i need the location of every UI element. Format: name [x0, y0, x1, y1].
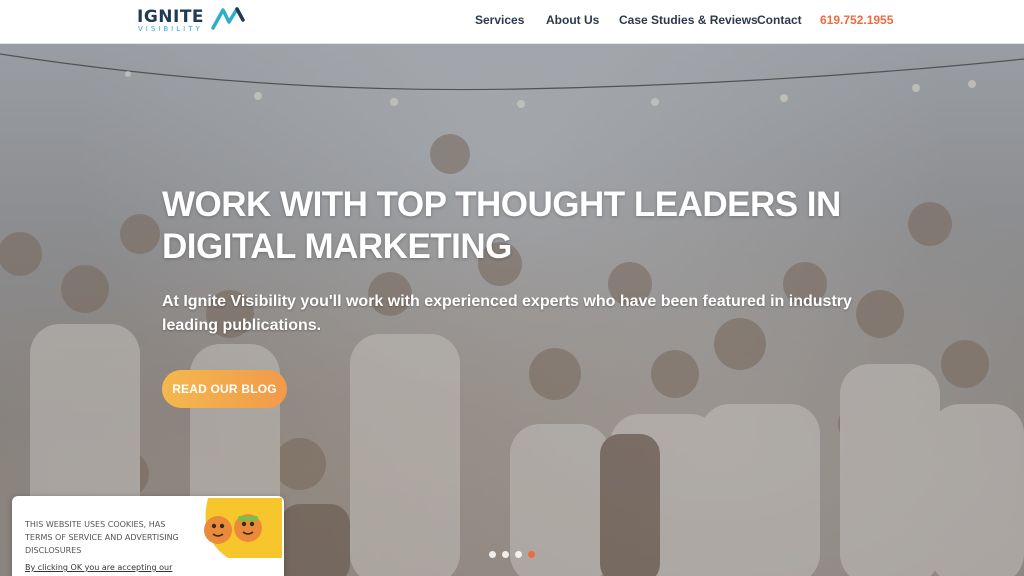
ignite-logo-icon — [211, 7, 245, 30]
cookie-accept-link[interactable]: By clicking OK you are accepting our — [25, 563, 172, 572]
logo-wordmark: IGNITE — [137, 7, 205, 27]
cookie-consent-popup: THIS WEBSITE USES COOKIES, HAS TERMS OF … — [12, 496, 284, 576]
cookie-mascot-icon — [204, 498, 282, 558]
nav-contact[interactable]: Contact — [757, 13, 802, 27]
slider-dots — [489, 551, 535, 558]
read-our-blog-button[interactable]: READ OUR BLOG — [162, 370, 287, 408]
hero-subtitle: At Ignite Visibility you'll work with ex… — [162, 293, 852, 334]
slider-dot-1[interactable] — [489, 551, 496, 558]
phone-link[interactable]: 619.752.1955 — [820, 13, 893, 27]
nav-about-us[interactable]: About Us — [546, 13, 599, 27]
site-header: IGNITE VISIBILITY Services About Us Case… — [0, 0, 1024, 44]
nav-services[interactable]: Services — [475, 13, 524, 27]
nav-case-studies-reviews[interactable]: Case Studies & Reviews — [619, 13, 758, 27]
slider-dot-2[interactable] — [502, 551, 509, 558]
cookie-notice-text: THIS WEBSITE USES COOKIES, HAS TERMS OF … — [25, 520, 179, 555]
logo-subtitle: VISIBILITY — [138, 25, 203, 33]
hero-title: WORK WITH TOP THOUGHT LEADERS IN DIGITAL… — [162, 185, 841, 266]
ignite-visibility-logo[interactable]: IGNITE VISIBILITY — [137, 6, 252, 34]
slider-dot-4[interactable] — [528, 551, 535, 558]
slider-dot-3[interactable] — [515, 551, 522, 558]
